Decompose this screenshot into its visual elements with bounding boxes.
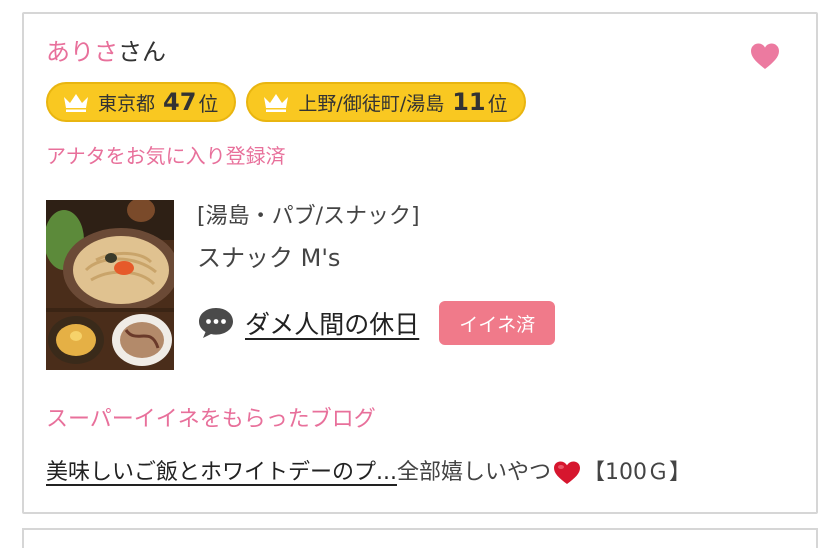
shop-name[interactable]: スナック M's bbox=[197, 242, 340, 274]
ranking-badges: 東京都 47 位 上野/御徒町/湯島 11 位 bbox=[46, 82, 526, 122]
user-name-line[interactable]: ありささん bbox=[46, 36, 166, 68]
ranking-badge-tokyo[interactable]: 東京都 47 位 bbox=[46, 82, 237, 122]
user-name[interactable]: ありさ bbox=[46, 38, 118, 66]
next-card bbox=[22, 528, 818, 548]
super-like-blog-link[interactable]: 美味しいご飯とホワイトデーのプ... bbox=[46, 458, 397, 488]
ranking-badge-ueno[interactable]: 上野/御徒町/湯島 11 位 bbox=[246, 82, 526, 122]
crown-icon bbox=[64, 94, 88, 112]
ranking-unit: 位 bbox=[487, 91, 508, 116]
super-like-heading: スーパーイイネをもらったブログ bbox=[46, 407, 376, 432]
blog-row: ダメ人間の休日 イイネ済 bbox=[197, 301, 556, 345]
super-like-points: 【100Ｇ】 bbox=[583, 460, 691, 485]
ranking-area: 東京都 bbox=[98, 92, 156, 115]
ranking-area: 上野/御徒町/湯島 bbox=[298, 92, 445, 115]
blog-title-link[interactable]: ダメ人間の休日 bbox=[245, 305, 419, 341]
shop-photo[interactable] bbox=[46, 200, 174, 370]
favorite-status: アナタをお気に入り登録済 bbox=[46, 144, 286, 168]
user-name-suffix: さん bbox=[118, 38, 166, 66]
ranking-unit: 位 bbox=[198, 91, 219, 116]
ranking-number: 11 bbox=[452, 88, 486, 116]
ranking-number: 47 bbox=[163, 88, 197, 116]
super-like-comment: 全部嬉しいやつ bbox=[396, 460, 551, 485]
heart-icon[interactable] bbox=[750, 42, 780, 72]
super-like-row: 美味しいご飯とホワイトデーのプ... 全部嬉しいやつ 【100Ｇ】 bbox=[46, 458, 691, 488]
speech-bubble-icon bbox=[199, 308, 233, 338]
red-heart-icon bbox=[554, 461, 580, 484]
shop-category: [湯島・パブ/スナック] bbox=[197, 204, 420, 229]
like-done-button[interactable]: イイネ済 bbox=[439, 301, 556, 345]
crown-icon bbox=[264, 94, 289, 112]
